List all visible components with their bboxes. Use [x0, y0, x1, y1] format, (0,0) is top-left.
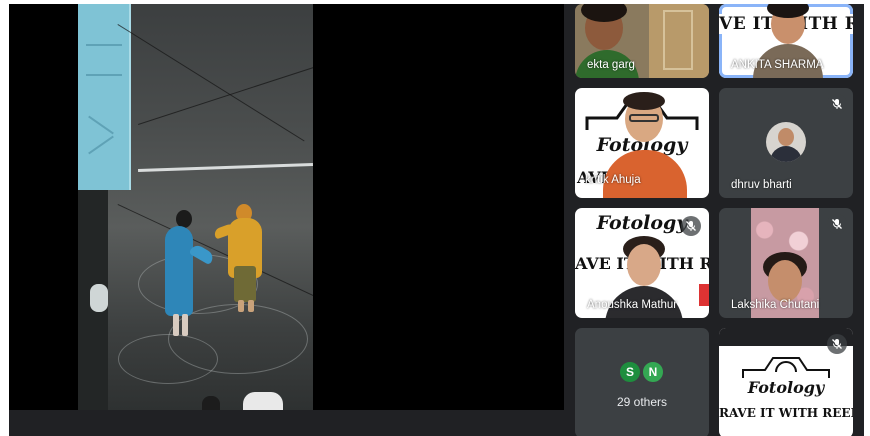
participant-tile-lakshika-chutani[interactable]: Lakshika Chutani	[719, 208, 853, 318]
person-blue	[165, 226, 193, 316]
presentation-area	[9, 4, 564, 410]
participant-tile-ankita-sharma[interactable]: VE IT WITH REE ANKITA SHARMA	[719, 4, 853, 78]
fotology-logo-text: Fotology	[747, 378, 825, 397]
participant-name: ekta garg	[587, 59, 635, 71]
background-banner-text: RAVE IT WITH REELS	[719, 406, 853, 420]
participant-tile-kritik-ahuja[interactable]: Fotology AVE IT kritik Ahuja	[575, 88, 709, 198]
building-wall	[78, 4, 131, 190]
mic-off-icon	[681, 216, 701, 236]
participant-name: ANKITA SHARMA	[731, 59, 824, 71]
participant-name: Lakshika Chutani	[731, 299, 820, 311]
avatar-initial-s: S	[618, 360, 642, 384]
participant-tile-fotology[interactable]: Fotology RAVE IT WITH REELS	[719, 328, 853, 436]
mic-off-icon	[827, 94, 847, 114]
pole-sign	[90, 284, 108, 312]
participant-name: dhruv bharti	[731, 179, 792, 191]
participant-tile-ekta-garg[interactable]: ekta garg	[575, 4, 709, 78]
avatar-initial-n: N	[641, 360, 665, 384]
others-tile[interactable]: S N 29 others	[575, 328, 709, 436]
mic-off-icon	[827, 214, 847, 234]
meeting-window: ekta garg VE IT WITH REE ANKITA SHARMA F…	[9, 4, 864, 436]
participant-tile-dhruv-bharti[interactable]: dhruv bharti	[719, 88, 853, 198]
road-marking	[138, 162, 313, 173]
participant-name: Anoushka Mathur	[587, 299, 678, 311]
others-count-label: 29 others	[616, 395, 668, 409]
participant-tile-anoushka-mathur[interactable]: Fotology AVE IT WITH REEI Anoushka Mathu…	[575, 208, 709, 318]
avatar	[766, 122, 806, 162]
participant-name: kritik Ahuja	[585, 174, 641, 186]
shared-photo	[78, 4, 313, 410]
